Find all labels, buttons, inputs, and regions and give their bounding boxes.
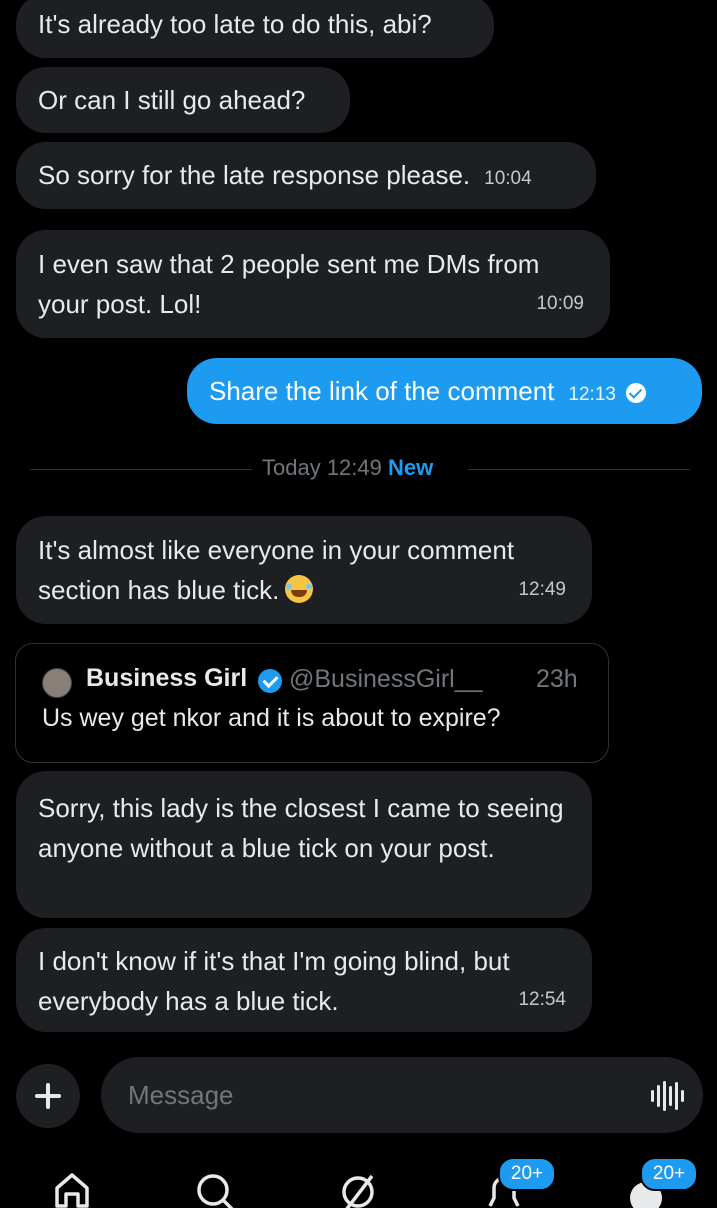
voice-bar (651, 1090, 654, 1102)
message-text: Share the link of the comment (209, 376, 555, 406)
message-timestamp: 10:09 (536, 293, 584, 314)
message-timestamp: 12:54 (518, 989, 566, 1010)
add-attachment-button[interactable] (16, 1064, 80, 1128)
message-text: Or can I still go ahead? (38, 85, 306, 115)
nav-search[interactable] (193, 1158, 243, 1208)
divider (468, 469, 690, 470)
message-text: I don't know if it's that I'm going blin… (38, 946, 510, 1016)
voice-bar (675, 1082, 678, 1110)
author-name: Business Girl (86, 664, 248, 692)
nav-grok[interactable] (336, 1158, 386, 1208)
date-separator-label: Today 12:49 (262, 455, 382, 480)
message-bubble[interactable]: Or can I still go ahead? (16, 67, 350, 133)
message-timestamp: 12:49 (518, 579, 566, 600)
message-text: Sorry, this lady is the closest I came t… (38, 793, 564, 863)
messages-badge: 20+ (640, 1157, 698, 1191)
sent-message-bubble[interactable]: Share the link of the comment 12:13 (187, 358, 702, 424)
author-handle: @BusinessGirl__ (289, 665, 483, 693)
search-icon (197, 1174, 234, 1208)
message-bubble[interactable]: Sorry, this lady is the closest I came t… (16, 771, 592, 918)
message-bubble[interactable]: I even saw that 2 people sent me DMs fro… (16, 230, 610, 338)
message-bubble[interactable]: It's already too late to do this, abi? (16, 0, 494, 58)
laughing-emoji-icon (285, 575, 314, 603)
voice-bar (681, 1090, 684, 1102)
plus-icon-stroke (46, 1083, 50, 1109)
date-separator: Today 12:49 New (262, 455, 433, 481)
message-timestamp: 12:13 (568, 384, 616, 405)
message-input[interactable] (101, 1057, 703, 1133)
voice-bar (663, 1081, 666, 1111)
message-bubble[interactable]: It's almost like everyone in your commen… (16, 516, 592, 624)
divider (30, 469, 252, 470)
message-text: I even saw that 2 people sent me DMs fro… (38, 249, 540, 319)
voice-message-icon[interactable] (651, 1081, 684, 1111)
message-text: It's almost like everyone in your commen… (38, 535, 515, 605)
notifications-badge: 20+ (498, 1157, 556, 1191)
nav-home[interactable] (52, 1158, 102, 1208)
message-bubble[interactable]: I don't know if it's that I'm going blin… (16, 928, 592, 1032)
post-text: Us wey get nkor and it is about to expir… (42, 704, 501, 732)
post-age: 23h (536, 665, 578, 693)
message-timestamp: 10:04 (484, 168, 532, 189)
grok-icon (342, 1174, 374, 1208)
voice-bar (669, 1086, 672, 1106)
read-receipt-icon (625, 383, 646, 403)
avatar[interactable] (42, 668, 72, 698)
new-messages-label: New (388, 455, 434, 480)
home-icon (55, 1173, 89, 1208)
message-text: So sorry for the late response please. (38, 160, 471, 190)
message-bubble[interactable]: So sorry for the late response please. 10… (16, 142, 596, 209)
voice-bar (657, 1085, 660, 1107)
verified-badge-icon (258, 669, 282, 693)
message-text: It's already too late to do this, abi? (38, 9, 432, 39)
quoted-post-card[interactable]: Business Girl @BusinessGirl__ 23h Us wey… (15, 643, 609, 763)
